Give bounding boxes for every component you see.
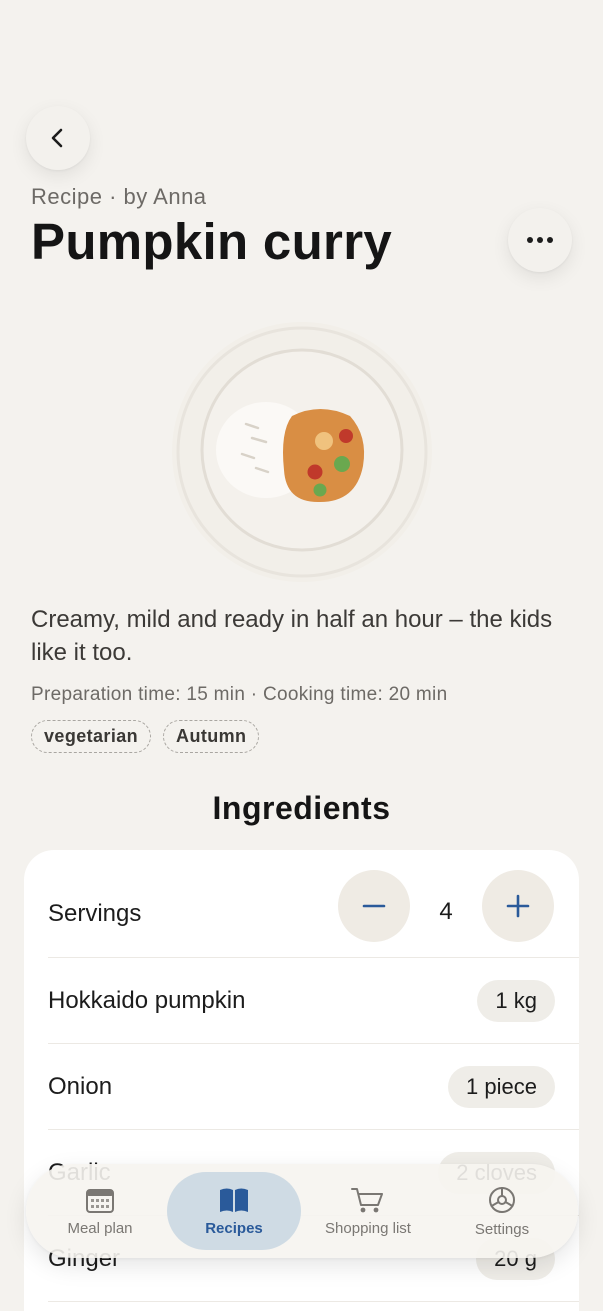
recipe-detail-screen: Recipe · by Anna Pumpkin curry Creamy, m… xyxy=(0,0,603,1311)
gear-icon xyxy=(489,1186,515,1213)
plus-icon xyxy=(506,894,530,918)
calendar-icon xyxy=(86,1188,114,1213)
dish-illustration xyxy=(172,322,432,582)
servings-label: Servings xyxy=(48,899,142,927)
ingredient-amount: 1 kg xyxy=(477,980,555,1022)
tag-chip[interactable]: Autumn xyxy=(163,720,260,753)
ingredient-row[interactable]: Onion 1 piece xyxy=(48,1044,579,1130)
minus-icon xyxy=(362,904,386,908)
tab-label: Shopping list xyxy=(325,1219,411,1237)
tab-label: Settings xyxy=(474,1220,530,1238)
back-button[interactable] xyxy=(26,106,90,170)
tab-label: Meal plan xyxy=(67,1219,133,1237)
chevron-left-icon xyxy=(51,128,63,148)
bottom-tab-bar: Meal plan Recipes Shopping list Settings xyxy=(26,1164,578,1258)
tab-meal-plan[interactable]: Meal plan xyxy=(33,1172,167,1250)
recipe-author: Recipe · by Anna xyxy=(31,184,207,209)
section-title-ingredients: Ingredients xyxy=(212,790,391,826)
page-title: Pumpkin curry xyxy=(31,213,392,270)
ingredient-row[interactable]: Hokkaido pumpkin 1 kg xyxy=(48,958,579,1044)
ingredient-name: Onion xyxy=(48,1072,113,1100)
tab-label: Recipes xyxy=(205,1219,263,1237)
more-options-button[interactable] xyxy=(508,208,572,272)
tab-settings[interactable]: Settings xyxy=(435,1172,569,1250)
book-icon xyxy=(220,1188,248,1212)
tab-shopping-list[interactable]: Shopping list xyxy=(301,1172,435,1250)
ingredient-name: Hokkaido pumpkin xyxy=(48,986,246,1014)
tab-recipes[interactable]: Recipes xyxy=(167,1172,301,1250)
servings-row: Servings 4 xyxy=(48,870,579,958)
recipe-times: Preparation time: 15 min · Cooking time:… xyxy=(31,684,448,705)
recipe-description: Creamy, mild and ready in half an hour –… xyxy=(31,606,553,666)
decrease-servings-button[interactable] xyxy=(338,870,410,942)
servings-value: 4 xyxy=(439,898,453,925)
ingredient-amount: 1 piece xyxy=(448,1066,555,1108)
more-icon xyxy=(527,237,553,243)
cart-icon xyxy=(351,1187,383,1212)
tag-chip[interactable]: vegetarian xyxy=(31,720,152,753)
increase-servings-button[interactable] xyxy=(482,870,554,942)
tag-list: vegetarian Autumn xyxy=(31,720,260,753)
